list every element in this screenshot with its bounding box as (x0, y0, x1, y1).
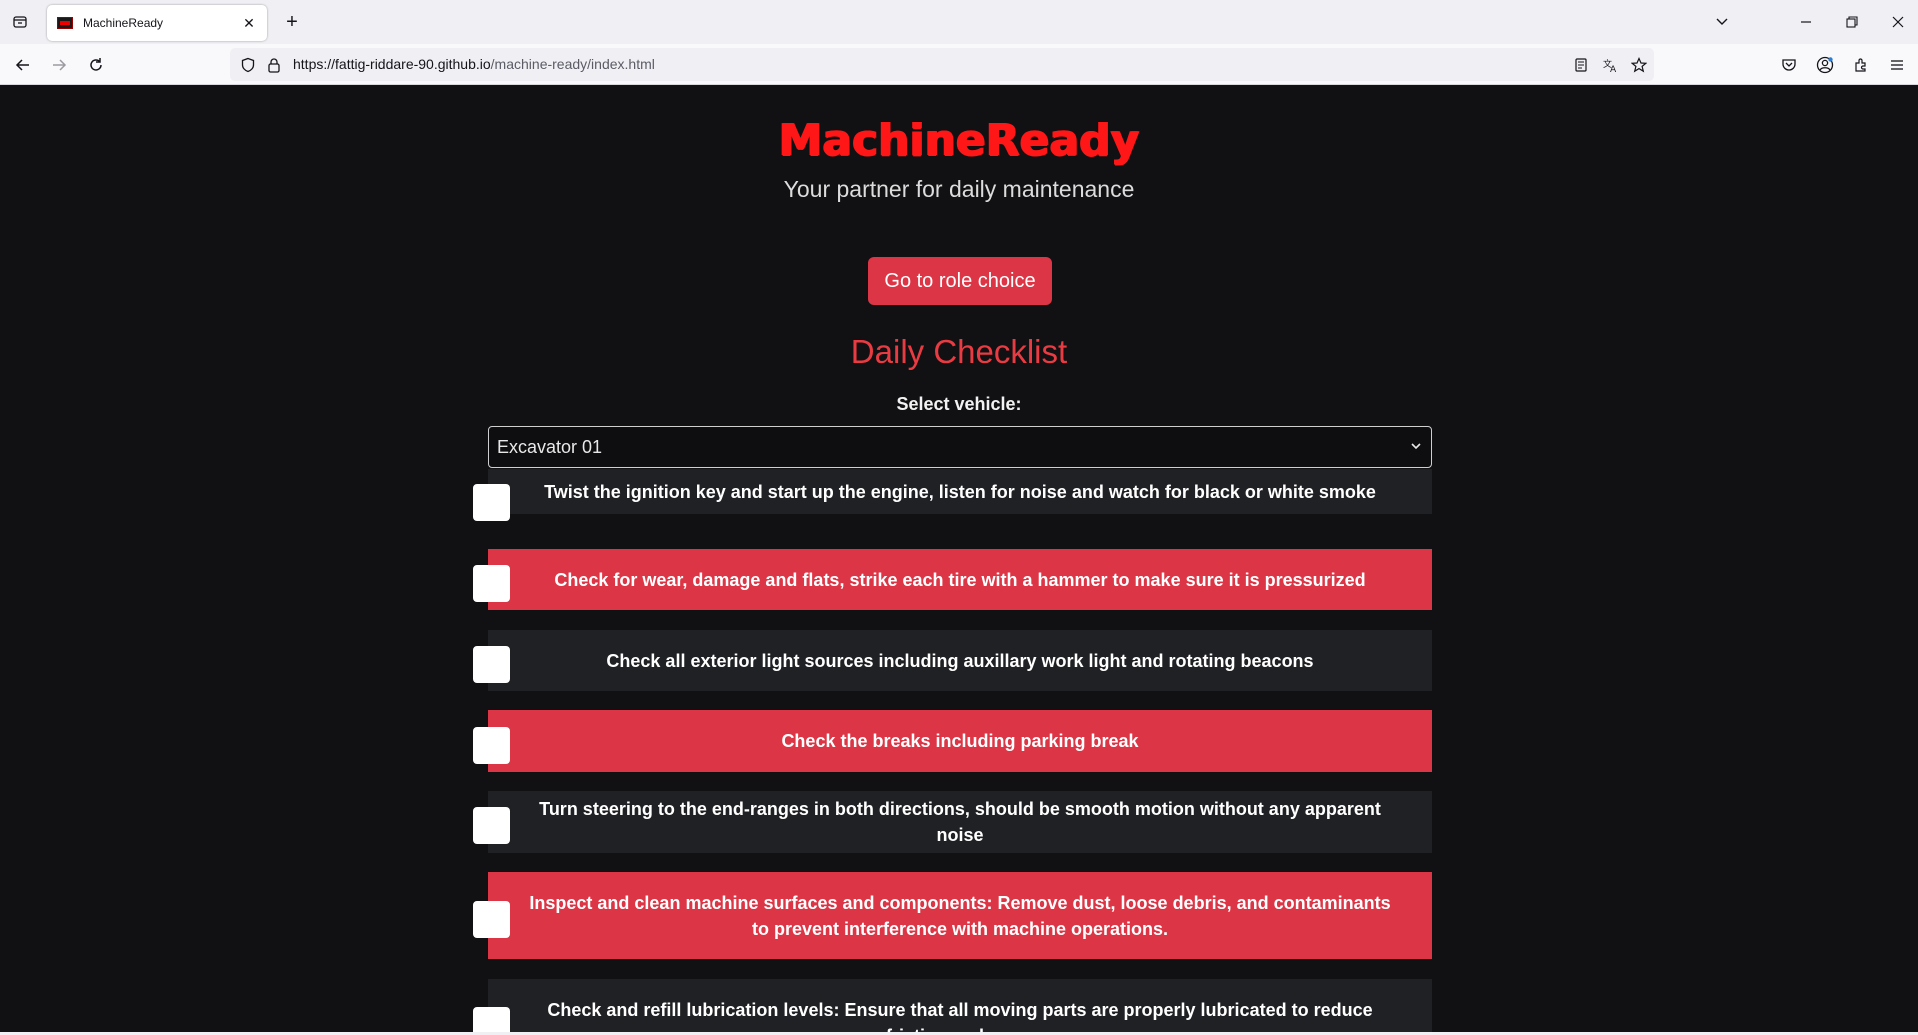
back-icon[interactable] (10, 52, 36, 78)
tab-title: MachineReady (83, 16, 164, 30)
checklist-item-text: Check the breaks including parking break (781, 731, 1139, 751)
minimize-icon[interactable] (1792, 8, 1820, 36)
lock-icon[interactable] (263, 54, 285, 76)
checklist-item-text: Turn steering to the end-ranges in both … (539, 799, 1381, 845)
checklist-checkbox[interactable] (473, 1007, 510, 1032)
checklist-item: Check all exterior light sources includi… (488, 630, 1432, 691)
checklist-item: Check the breaks including parking break (488, 710, 1432, 772)
new-tab-icon[interactable]: + (280, 10, 304, 34)
url-text[interactable]: https://fattig-riddare-90.github.io/mach… (293, 56, 655, 72)
translate-icon[interactable]: 文A (1599, 54, 1621, 76)
vehicle-select[interactable]: Excavator 01 (488, 426, 1432, 468)
pocket-icon[interactable] (1776, 52, 1802, 78)
chevron-down-icon (1411, 443, 1421, 450)
checklist-checkbox[interactable] (473, 565, 510, 602)
tab-list-icon[interactable] (8, 10, 32, 34)
close-tab-icon[interactable]: ✕ (241, 15, 257, 31)
checklist-checkbox[interactable] (473, 901, 510, 938)
role-choice-button[interactable]: Go to role choice (868, 257, 1052, 305)
checklist-item-text: Inspect and clean machine surfaces and c… (529, 892, 1391, 939)
checklist-item: Turn steering to the end-ranges in both … (488, 791, 1432, 853)
menu-icon[interactable] (1884, 52, 1910, 78)
reload-icon[interactable] (83, 52, 109, 78)
checklist-title: Daily Checklist (850, 333, 1068, 370)
shield-icon[interactable] (237, 54, 259, 76)
checklist-checkbox[interactable] (473, 807, 510, 844)
restore-icon[interactable] (1838, 8, 1866, 36)
checklist-item: Check and refill lubrication levels: Ens… (488, 979, 1432, 1032)
checklist-item-text: Check and refill lubrication levels: Ens… (547, 999, 1373, 1033)
checklist-checkbox[interactable] (473, 646, 510, 683)
chevron-down-icon[interactable] (1708, 8, 1736, 36)
checklist-item: Twist the ignition key and start up the … (488, 469, 1432, 514)
checklist-item-text: Check for wear, damage and flats, strike… (554, 569, 1366, 590)
svg-text:A: A (1610, 65, 1617, 73)
forward-icon[interactable] (46, 52, 72, 78)
checklist-checkbox[interactable] (473, 484, 510, 521)
url-host: https://fattig-riddare-90.github.io (293, 56, 491, 72)
tagline: Your partner for daily maintenance (783, 176, 1135, 202)
checklist-checkbox[interactable] (473, 727, 510, 764)
browser-tab[interactable]: MachineReady ✕ (47, 5, 267, 41)
url-path: /machine-ready/index.html (490, 56, 655, 72)
checklist-item-text: Check all exterior light sources includi… (606, 650, 1314, 671)
url-bar[interactable]: https://fattig-riddare-90.github.io/mach… (230, 48, 1654, 81)
extensions-icon[interactable] (1848, 52, 1874, 78)
page-content: MachineReady Your partner for daily main… (0, 85, 1918, 1032)
checklist-item: Check for wear, damage and flats, strike… (488, 549, 1432, 610)
bookmark-star-icon[interactable] (1628, 54, 1650, 76)
site-favicon-icon (57, 17, 73, 29)
checklist-item: Inspect and clean machine surfaces and c… (488, 872, 1432, 959)
vehicle-select-value: Excavator 01 (497, 436, 603, 457)
brand-logo: MachineReady (778, 115, 1140, 166)
account-icon[interactable] (1812, 52, 1838, 78)
navigation-bar: https://fattig-riddare-90.github.io/mach… (0, 44, 1918, 85)
tab-bar: MachineReady ✕ + (0, 0, 1918, 44)
reader-view-icon[interactable] (1570, 54, 1592, 76)
checklist-item-text: Twist the ignition key and start up the … (544, 481, 1376, 502)
close-window-icon[interactable] (1884, 8, 1912, 36)
select-vehicle-label: Select vehicle: (896, 394, 1022, 414)
